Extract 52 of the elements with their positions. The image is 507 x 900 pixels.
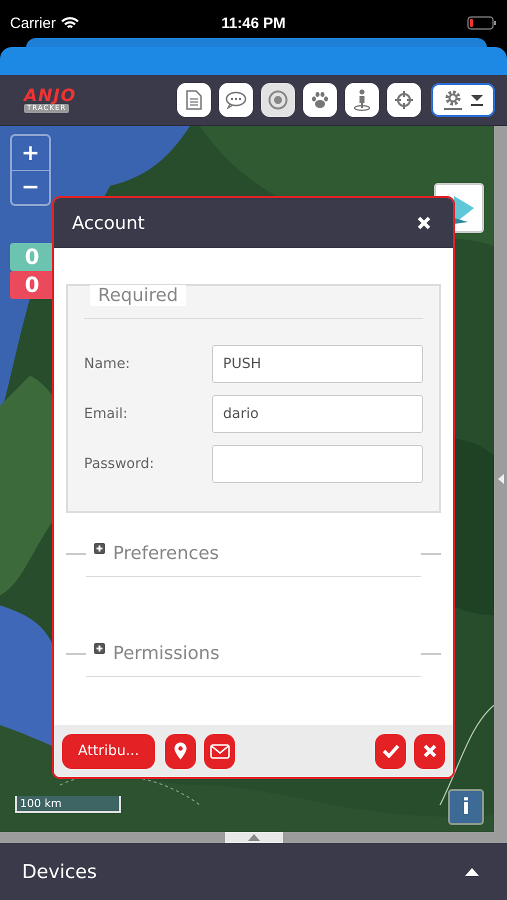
section-toggle[interactable]: Preferences	[94, 543, 219, 564]
info-button[interactable]: i	[448, 789, 484, 825]
toolbar-button[interactable]	[387, 83, 421, 117]
crosshair-icon	[394, 90, 414, 110]
dialog-title: Account	[72, 212, 146, 234]
person-pin-icon	[353, 89, 371, 111]
zoom-in-button[interactable]: +	[12, 136, 49, 170]
count-badge: 0	[10, 271, 54, 299]
caret-icon	[465, 868, 479, 876]
field-label: Email:	[84, 406, 129, 422]
caret-icon	[248, 834, 260, 841]
settings-dropdown[interactable]	[431, 83, 495, 117]
input-field[interactable]: dario	[212, 395, 423, 433]
field-label: Name:	[84, 356, 132, 372]
panel-handle[interactable]	[224, 832, 282, 843]
pin-button[interactable]	[165, 734, 196, 768]
logo-wordmark: ANJO	[24, 88, 76, 104]
cancel-button[interactable]	[414, 734, 445, 768]
zoom-out-button[interactable]: −	[12, 170, 49, 204]
wifi-icon	[60, 16, 79, 30]
check-button[interactable]	[375, 734, 406, 768]
close-icon	[417, 216, 431, 230]
envelope-icon	[210, 744, 230, 758]
input-field[interactable]: PUSH	[212, 345, 423, 383]
paw-icon	[310, 90, 330, 110]
toolbar-button[interactable]	[219, 83, 253, 117]
mail-button[interactable]	[204, 734, 236, 768]
close-icon	[422, 744, 436, 758]
settings-icon	[442, 89, 462, 111]
battery-icon	[466, 16, 497, 30]
chat-icon	[225, 91, 247, 109]
toolbar-button[interactable]	[303, 83, 337, 117]
scale-bar: 100 km	[15, 796, 121, 813]
field-label: Password:	[84, 456, 156, 472]
attributes-button[interactable]: Attribu...	[62, 734, 156, 768]
document-icon	[186, 90, 202, 110]
section-toggle[interactable]: Permissions	[94, 643, 220, 664]
toolbar-button[interactable]	[345, 83, 379, 117]
input-field[interactable]	[212, 445, 423, 483]
clock-time: 11:46 PM	[220, 14, 287, 32]
toolbar-button[interactable]	[177, 83, 211, 117]
plus-icon	[94, 543, 105, 554]
caret-icon	[470, 93, 484, 107]
section-title: Required	[90, 285, 186, 306]
toolbar-button[interactable]	[261, 83, 295, 117]
location-pin-icon	[174, 742, 188, 760]
panel-title: Devices	[22, 860, 98, 882]
checkmark-icon	[382, 744, 400, 758]
count-badge: 0	[10, 243, 54, 271]
carrier-label: Carrier	[10, 14, 56, 32]
plus-icon	[94, 643, 105, 654]
target-icon	[268, 90, 288, 110]
